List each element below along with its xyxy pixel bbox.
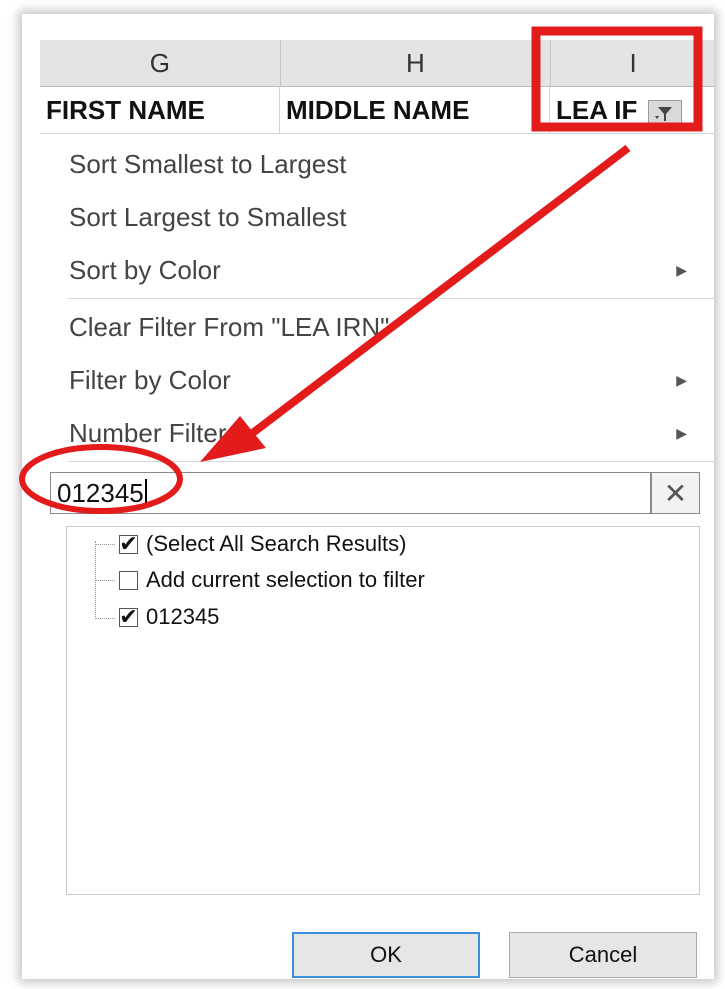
column-headers: G H I (40, 40, 714, 87)
list-item-add-to-filter[interactable]: Add current selection to filter (119, 565, 425, 595)
tree-line (95, 544, 115, 545)
menu-clear-filter-label: Clear Filter From "LEA IRN" (69, 311, 390, 342)
menu-sort-by-color-label: Sort by Color (69, 254, 221, 285)
clear-search-button[interactable]: ✕ (651, 472, 700, 514)
menu-sort-by-color[interactable]: Sort by Color ▶ (40, 246, 714, 294)
menu-separator (68, 461, 714, 462)
column-header-i[interactable]: I (551, 40, 714, 86)
menu-separator (68, 298, 714, 299)
menu-clear-filter[interactable]: Clear Filter From "LEA IRN" (40, 303, 714, 351)
submenu-arrow-icon: ▶ (676, 424, 687, 441)
menu-filter-by-color[interactable]: Filter by Color ▶ (40, 356, 714, 404)
excel-filter-panel: G H I FIRST NAME MIDDLE NAME LEA IF Sort… (22, 14, 714, 979)
filter-values-list: ✔ (Select All Search Results) Add curren… (66, 526, 700, 895)
cancel-button[interactable]: Cancel (509, 932, 697, 978)
checkbox-checked-icon[interactable]: ✔ (119, 604, 138, 629)
search-input-value: 012345 (57, 477, 144, 508)
submenu-arrow-icon: ▶ (676, 371, 687, 388)
submenu-arrow-icon: ▶ (676, 261, 687, 278)
checkbox-checked-icon[interactable]: ✔ (119, 531, 138, 556)
close-icon: ✕ (663, 477, 688, 509)
header-cell-middle-name[interactable]: MIDDLE NAME (280, 87, 550, 133)
list-item-select-all[interactable]: ✔ (Select All Search Results) (119, 529, 406, 559)
checkbox-unchecked-icon[interactable] (119, 570, 138, 590)
search-input[interactable]: 012345 (50, 472, 651, 514)
tree-line (95, 618, 115, 619)
text-caret (144, 479, 147, 507)
menu-number-filters[interactable]: Number Filters ▶ (40, 409, 714, 457)
filter-dropdown-button[interactable] (648, 100, 682, 128)
list-item-label: (Select All Search Results) (146, 531, 407, 556)
list-item-value[interactable]: ✔ 012345 (119, 602, 219, 632)
filter-icon (655, 107, 672, 121)
menu-number-filters-label: Number Filters (69, 417, 240, 448)
ok-button[interactable]: OK (292, 932, 480, 978)
header-cell-lea-irn[interactable]: LEA IF (550, 87, 714, 133)
tree-line (95, 580, 115, 581)
list-item-label: 012345 (146, 604, 220, 629)
menu-sort-ascending[interactable]: Sort Smallest to Largest (40, 140, 714, 188)
menu-sort-ascending-label: Sort Smallest to Largest (69, 148, 347, 179)
header-cell-first-name[interactable]: FIRST NAME (40, 87, 280, 133)
column-header-h[interactable]: H (281, 40, 552, 86)
header-row: FIRST NAME MIDDLE NAME LEA IF (40, 87, 714, 134)
menu-sort-descending-label: Sort Largest to Smallest (69, 201, 347, 232)
column-header-g[interactable]: G (40, 40, 281, 86)
menu-filter-by-color-label: Filter by Color (69, 364, 231, 395)
menu-sort-descending[interactable]: Sort Largest to Smallest (40, 193, 714, 241)
list-item-label: Add current selection to filter (146, 567, 425, 592)
